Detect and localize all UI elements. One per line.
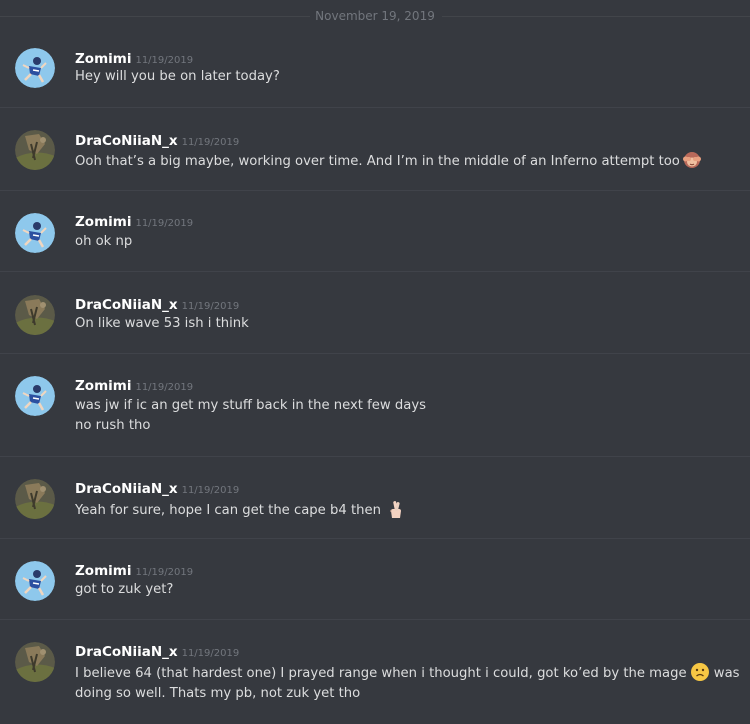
message-group: Zomimi 11/19/2019 was jw if ic an get my …	[0, 353, 750, 456]
message-line: doing so well. Thats my pb, not zuk yet …	[75, 686, 361, 701]
message-text: Ooh that’s a big maybe, working over tim…	[75, 154, 680, 169]
timestamp: 11/19/2019	[135, 567, 194, 578]
timestamp: 11/19/2019	[181, 648, 240, 659]
message-header: Zomimi 11/19/2019	[75, 560, 193, 580]
timestamp: 11/19/2019	[135, 55, 194, 66]
message-line: Yeah for sure, hope I can get the cape b…	[75, 499, 725, 521]
message-header: Zomimi 11/19/2019	[75, 48, 193, 68]
message-line: I believe 64 (that hardest one) I prayed…	[75, 662, 740, 684]
message-group: DraCoNiiaN_x 11/19/2019 Yeah for sure, ho…	[0, 456, 750, 538]
timestamp: 11/19/2019	[135, 382, 194, 393]
message-header: DraCoNiiaN_x 11/19/2019	[75, 641, 239, 661]
message-text: I believe 64 (that hardest one) I prayed…	[75, 666, 687, 681]
avatar-zomimi[interactable]	[15, 376, 55, 416]
message-content: got to zuk yet?	[75, 580, 725, 600]
message-line: oh ok np	[75, 234, 133, 249]
message-line: no rush tho	[75, 418, 151, 433]
timestamp: 11/19/2019	[181, 485, 240, 496]
message-line: was jw if ic an get my stuff back in the…	[75, 398, 427, 413]
message-content: Hey will you be on later today?	[75, 67, 725, 87]
message-content: Yeah for sure, hope I can get the cape b…	[75, 499, 725, 521]
avatar-zomimi[interactable]	[15, 213, 55, 253]
message-line: got to zuk yet?	[75, 582, 174, 597]
message-header: Zomimi 11/19/2019	[75, 211, 193, 231]
message-line: Ooh that’s a big maybe, working over tim…	[75, 150, 725, 172]
username[interactable]: Zomimi	[75, 214, 131, 230]
message-group: DraCoNiiaN_x 11/19/2019 On like wave 53 i…	[0, 271, 750, 353]
message-content: On like wave 53 ish i think	[75, 314, 725, 334]
avatar-draconiian[interactable]	[15, 130, 55, 170]
message-text: Yeah for sure, hope I can get the cape b…	[75, 503, 381, 518]
slightly-frowning-face-icon	[690, 662, 710, 682]
avatar-zomimi[interactable]	[15, 561, 55, 601]
avatar-draconiian[interactable]	[15, 295, 55, 335]
message-header: Zomimi 11/19/2019	[75, 375, 193, 395]
avatar-draconiian[interactable]	[15, 642, 55, 682]
message-group: Zomimi 11/19/2019 got to zuk yet?	[0, 538, 750, 619]
message-group: Zomimi 11/19/2019 oh ok np	[0, 190, 750, 271]
draconiian-avatar-image	[15, 295, 55, 335]
message-content: was jw if ic an get my stuff back in the…	[75, 396, 725, 436]
message-group: Zomimi 11/19/2019 Hey will you be on late…	[0, 0, 750, 106]
message-line: On like wave 53 ish i think	[75, 316, 249, 331]
avatar-draconiian[interactable]	[15, 479, 55, 519]
zomimi-avatar-image	[15, 213, 55, 253]
message-content: I believe 64 (that hardest one) I prayed…	[75, 662, 740, 704]
timestamp: 11/19/2019	[181, 301, 240, 312]
message-content: oh ok np	[75, 232, 725, 252]
username[interactable]: DraCoNiiaN_x	[75, 297, 178, 313]
draconiian-avatar-image	[15, 130, 55, 170]
username[interactable]: DraCoNiiaN_x	[75, 133, 178, 149]
zomimi-avatar-image	[15, 561, 55, 601]
draconiian-avatar-image	[15, 479, 55, 519]
timestamp: 11/19/2019	[181, 137, 240, 148]
crossed-fingers-icon	[386, 499, 406, 519]
username[interactable]: DraCoNiiaN_x	[75, 644, 178, 660]
username[interactable]: DraCoNiiaN_x	[75, 481, 178, 497]
username[interactable]: Zomimi	[75, 378, 131, 394]
message-header: DraCoNiiaN_x 11/19/2019	[75, 130, 239, 150]
draconiian-avatar-image	[15, 642, 55, 682]
message-line: Hey will you be on later today?	[75, 69, 280, 84]
message-group: DraCoNiiaN_x 11/19/2019 Ooh that’s a big …	[0, 107, 750, 190]
message-text-after-emoji: was	[713, 666, 740, 681]
username[interactable]: Zomimi	[75, 51, 131, 67]
see-no-evil-monkey-icon	[682, 150, 702, 170]
username[interactable]: Zomimi	[75, 563, 131, 579]
message-group: DraCoNiiaN_x 11/19/2019 I believe 64 (tha…	[0, 619, 750, 724]
message-header: DraCoNiiaN_x 11/19/2019	[75, 478, 239, 498]
zomimi-avatar-image	[15, 48, 55, 88]
message-content: Ooh that’s a big maybe, working over tim…	[75, 150, 725, 172]
zomimi-avatar-image	[15, 376, 55, 416]
message-header: DraCoNiiaN_x 11/19/2019	[75, 294, 239, 314]
timestamp: 11/19/2019	[135, 218, 194, 229]
avatar-zomimi[interactable]	[15, 48, 55, 88]
